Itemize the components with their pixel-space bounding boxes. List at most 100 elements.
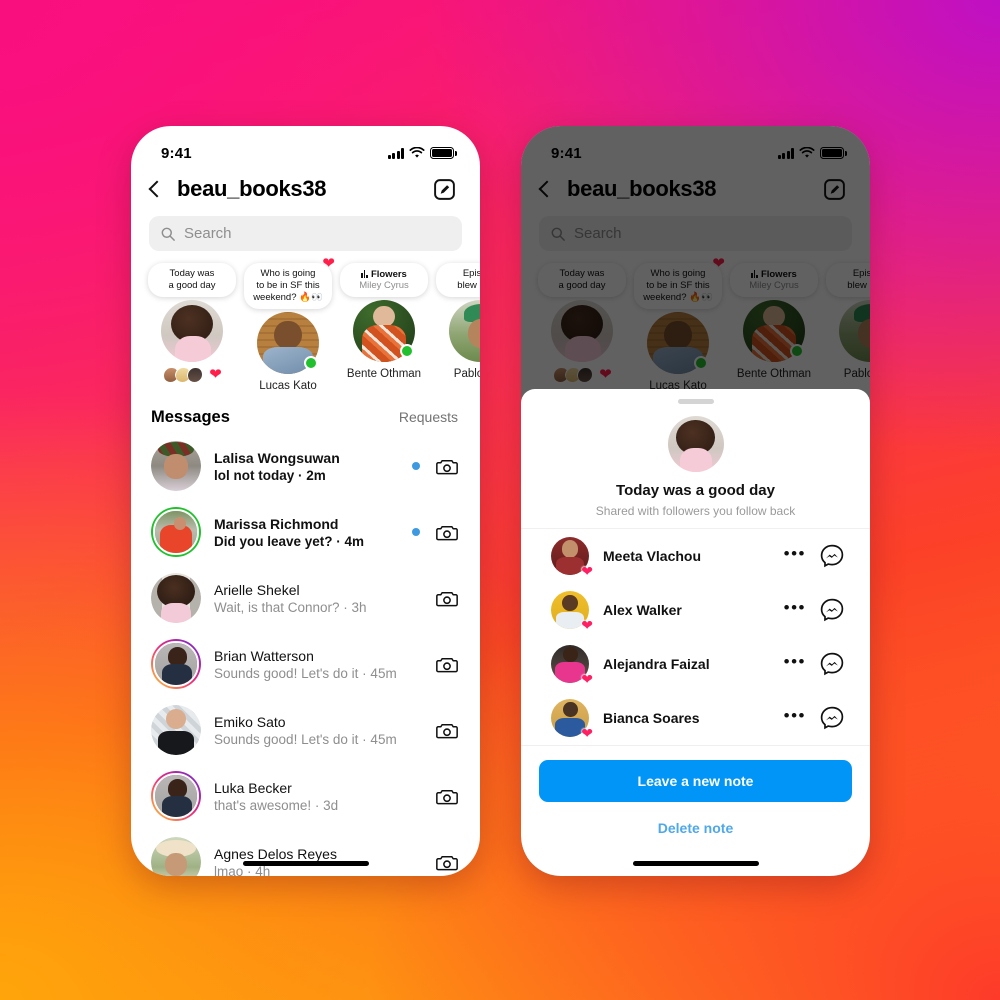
note-reply-row[interactable]: ❤ Meeta Vlachou •••	[521, 529, 870, 583]
message-sender-name: Marissa Richmond	[214, 515, 339, 532]
message-sender-name: Brian Watterson	[214, 647, 314, 664]
avatar[interactable]	[151, 507, 201, 557]
message-row[interactable]: Marissa Richmond Did you leave yet? · 4m	[131, 499, 480, 565]
more-options-icon[interactable]: •••	[784, 653, 806, 676]
note-author-name: Bente Othman	[346, 368, 422, 380]
note-music-artist: Miley Cyrus	[359, 280, 409, 291]
notes-tray[interactable]: Today wasa good day❤Who is goingto be in…	[131, 251, 480, 396]
messenger-icon[interactable]	[820, 652, 844, 676]
avatar[interactable]	[161, 300, 223, 362]
messages-list: Lalisa Wongsuwan lol not today · 2m Mariss…	[131, 433, 480, 876]
note-author-name: Lucas Kato	[259, 380, 317, 392]
note-bubble[interactable]: Episodeblew my m	[436, 263, 480, 297]
leave-new-note-button[interactable]: Leave a new note	[539, 760, 852, 802]
note-music-title: Flowers	[347, 269, 421, 280]
heart-icon: ❤	[322, 255, 335, 272]
note-reactors[interactable]: ❤	[145, 366, 239, 383]
camera-icon[interactable]	[436, 721, 458, 740]
note-reply-row[interactable]: ❤ Alejandra Faizal •••	[521, 637, 870, 691]
page-title: beau_books38	[177, 176, 327, 201]
note-bubble[interactable]: Today wasa good day	[148, 263, 236, 297]
avatar	[667, 416, 724, 472]
avatar[interactable]	[151, 837, 201, 876]
note-tray-item[interactable]: Who is goingto be in SF thisweekend? 🔥👀 ❤…	[241, 256, 335, 392]
message-preview: Wait, is that Connor? · 3h	[214, 599, 367, 615]
message-row[interactable]: Brian Watterson Sounds good! Let's do it …	[131, 631, 480, 697]
message-sender-name: Luka Becker	[214, 779, 292, 796]
unread-dot	[412, 462, 420, 470]
message-sender-name: Agnes Delos Reyes	[214, 845, 337, 862]
note-bubble[interactable]: Who is goingto be in SF thisweekend? 🔥👀 ❤	[244, 256, 335, 309]
note-reply-row[interactable]: ❤ Bianca Soares •••	[521, 691, 870, 745]
phone-right-note-detail: 9:41 beau_books38 Search Today wasa good…	[521, 126, 870, 876]
note-tray-item[interactable]: Episodeblew my m Pablo Mor	[433, 263, 480, 392]
message-row[interactable]: Lalisa Wongsuwan lol not today · 2m	[131, 433, 480, 499]
note-text-line: Today was	[169, 268, 215, 279]
note-tray-item[interactable]: Today wasa good day ❤	[145, 263, 239, 392]
avatar[interactable]	[151, 639, 201, 689]
message-sender-name: Arielle Shekel	[214, 581, 300, 598]
messenger-icon[interactable]	[820, 598, 844, 622]
message-preview: Sounds good! Let's do it · 45m	[214, 665, 397, 681]
more-options-icon[interactable]: •••	[784, 707, 806, 730]
message-row[interactable]: Agnes Delos Reyes lmao · 4h	[131, 829, 480, 876]
note-audience: Shared with followers you follow back	[595, 504, 796, 518]
note-bubble[interactable]: FlowersMiley Cyrus	[340, 263, 428, 297]
search-icon	[161, 227, 175, 241]
compose-icon[interactable]	[433, 178, 456, 201]
heart-icon: ❤	[581, 563, 593, 579]
back-chevron-icon[interactable]	[148, 180, 166, 198]
message-preview: lol not today · 2m	[214, 467, 326, 483]
signal-bars-icon	[387, 147, 404, 159]
message-row[interactable]: Arielle Shekel Wait, is that Connor? · 3h	[131, 565, 480, 631]
note-text-line: weekend? 🔥👀	[253, 292, 323, 303]
reply-author-name: Bianca Soares	[603, 710, 700, 726]
reply-author-name: Alejandra Faizal	[603, 656, 710, 672]
avatar[interactable]	[151, 573, 201, 623]
status-bar-icons	[387, 147, 457, 159]
heart-icon: ❤	[209, 366, 222, 383]
avatar[interactable]	[151, 705, 201, 755]
camera-icon[interactable]	[436, 655, 458, 674]
message-preview: that's awesome! · 3d	[214, 797, 339, 813]
message-row[interactable]: Emiko Sato Sounds good! Let's do it · 45m	[131, 697, 480, 763]
avatar[interactable]	[449, 300, 480, 362]
note-author-name: Pablo Mor	[453, 368, 480, 380]
messenger-icon[interactable]	[820, 544, 844, 568]
delete-note-link[interactable]: Delete note	[539, 820, 852, 836]
heart-icon: ❤	[581, 725, 593, 741]
requests-link[interactable]: Requests	[399, 409, 458, 425]
message-preview: Did you leave yet? · 4m	[214, 533, 365, 549]
note-tray-item[interactable]: FlowersMiley Cyrus Bente Othman	[337, 263, 431, 392]
note-actions: Leave a new note Delete note	[521, 745, 870, 836]
note-summary: Today was a good day Shared with followe…	[521, 404, 870, 528]
search-placeholder: Search	[184, 225, 232, 242]
message-row[interactable]: Luka Becker that's awesome! · 3d	[131, 763, 480, 829]
message-sender-name: Lalisa Wongsuwan	[214, 449, 340, 466]
camera-icon[interactable]	[436, 523, 458, 542]
message-sender-name: Emiko Sato	[214, 713, 286, 730]
avatar	[186, 366, 204, 383]
wifi-icon	[409, 147, 425, 158]
inbox-header: beau_books38	[131, 170, 480, 212]
status-bar-clock: 9:41	[161, 144, 192, 162]
reply-author-name: Alex Walker	[603, 602, 682, 618]
status-bar: 9:41	[131, 126, 480, 170]
camera-icon[interactable]	[436, 589, 458, 608]
avatar[interactable]	[151, 441, 201, 491]
avatar[interactable]	[151, 771, 201, 821]
note-text-line: Episode	[462, 268, 480, 279]
more-options-icon[interactable]: •••	[784, 599, 806, 622]
camera-icon[interactable]	[436, 853, 458, 872]
messages-heading: Messages	[151, 408, 230, 426]
note-reply-row[interactable]: ❤ Alex Walker •••	[521, 583, 870, 637]
camera-icon[interactable]	[436, 787, 458, 806]
camera-icon[interactable]	[436, 457, 458, 476]
reactor-avatar-stack	[162, 366, 204, 383]
search-input[interactable]: Search	[149, 216, 462, 251]
battery-icon	[430, 147, 457, 159]
messenger-icon[interactable]	[820, 706, 844, 730]
more-options-icon[interactable]: •••	[784, 545, 806, 568]
messages-header: Messages Requests	[131, 396, 480, 433]
home-indicator	[242, 861, 369, 866]
